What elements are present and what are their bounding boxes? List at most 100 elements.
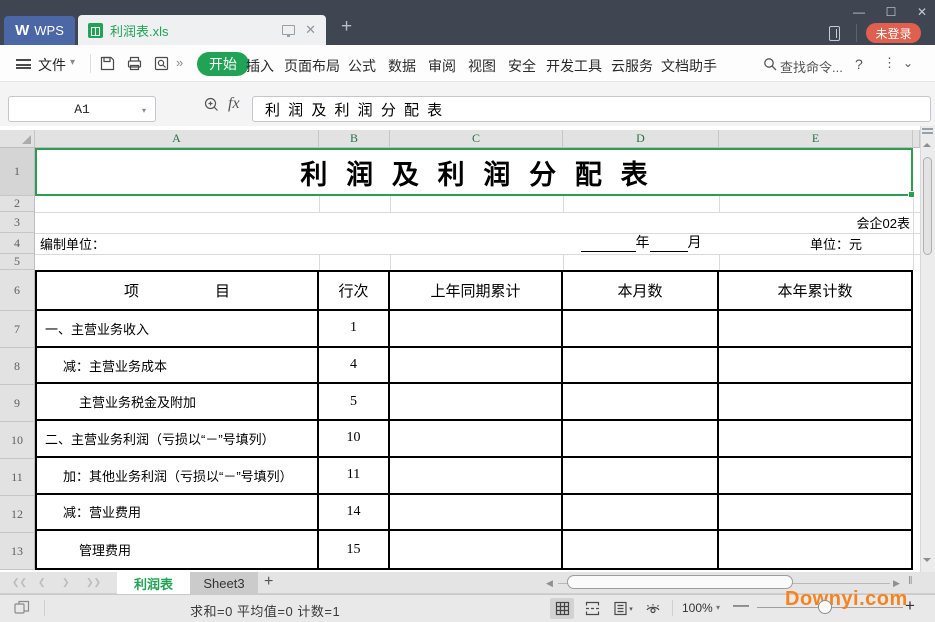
ribbon-tab-security[interactable]: 安全 [508, 56, 536, 76]
row-header-13[interactable]: 13 [0, 533, 35, 570]
zoom-out-button[interactable]: — [733, 597, 749, 615]
ribbon-tab-view[interactable]: 视图 [468, 56, 496, 76]
column-header-c[interactable]: C [390, 130, 563, 148]
search-command-field[interactable]: 查找命令... [780, 57, 843, 76]
tab-close-icon[interactable]: ✕ [305, 22, 316, 38]
value-cell[interactable] [390, 421, 563, 458]
quick-access-more-icon[interactable]: » [176, 55, 183, 70]
item-cell[interactable]: 主营业务税金及附加 [37, 384, 319, 422]
column-header-a[interactable]: A [35, 130, 319, 148]
row-header-3[interactable]: 3 [0, 212, 35, 233]
next-sheet-icon[interactable]: ❯ [62, 577, 70, 588]
print-icon[interactable] [126, 55, 143, 72]
name-box[interactable]: A1 [8, 96, 156, 122]
value-cell[interactable] [563, 311, 719, 348]
header-prev-period-cell[interactable]: 上年同期累计 [390, 272, 563, 311]
line-no-cell[interactable]: 1 [319, 311, 390, 348]
scroll-down-icon[interactable] [923, 558, 931, 562]
cell-form-code[interactable]: 会企02表 [719, 212, 910, 233]
line-no-cell[interactable]: 10 [319, 421, 390, 458]
line-no-cell[interactable]: 4 [319, 347, 390, 385]
column-header-partial[interactable] [913, 130, 920, 148]
eye-protect-view-button[interactable] [641, 598, 665, 619]
row-header-1[interactable]: 1 [0, 148, 35, 196]
item-cell[interactable]: 一、主营业务收入 [37, 311, 319, 348]
file-menu[interactable]: 文件 [38, 55, 66, 75]
value-cell[interactable] [719, 311, 911, 348]
header-item-cell[interactable]: 项目 [37, 272, 319, 311]
normal-view-button[interactable] [550, 598, 574, 619]
value-cell[interactable] [563, 457, 719, 495]
value-cell[interactable] [719, 421, 911, 458]
row-header-5[interactable]: 5 [0, 254, 35, 270]
present-monitor-icon[interactable] [282, 25, 296, 37]
row-header-6[interactable]: 6 [0, 270, 35, 311]
header-current-month-cell[interactable]: 本月数 [563, 272, 719, 311]
value-cell[interactable] [563, 494, 719, 532]
row-header-11[interactable]: 11 [0, 459, 35, 496]
mobile-sync-icon[interactable] [829, 26, 840, 41]
row-header-7[interactable]: 7 [0, 311, 35, 348]
page-break-view-button[interactable] [580, 598, 604, 619]
vertical-scroll-thumb[interactable] [923, 157, 932, 255]
value-cell[interactable] [563, 421, 719, 458]
value-cell[interactable] [390, 311, 563, 348]
line-no-cell[interactable]: 14 [319, 494, 390, 532]
cell-mode-icon[interactable] [13, 599, 31, 617]
item-cell[interactable]: 减：主营业务成本 [37, 347, 319, 385]
document-tab[interactable]: 利润表.xls ✕ [78, 15, 326, 45]
value-cell[interactable] [719, 531, 911, 568]
window-minimize-button[interactable]: — [845, 2, 873, 22]
ribbon-tab-developer[interactable]: 开发工具 [546, 56, 602, 76]
column-header-d[interactable]: D [563, 130, 719, 148]
row-header-8[interactable]: 8 [0, 348, 35, 385]
value-cell[interactable] [563, 384, 719, 422]
window-close-button[interactable]: ✕ [908, 2, 935, 22]
selected-cell-a1[interactable]: 利 润 及 利 润 分 配 表 [35, 148, 915, 198]
search-icon[interactable] [763, 57, 777, 71]
scrollbar-resize-grip[interactable]: ‖ [908, 575, 913, 587]
row-header-4[interactable]: 4 [0, 233, 35, 254]
value-cell[interactable] [390, 347, 563, 385]
cell-date-line[interactable]: 年月 [563, 233, 719, 254]
help-icon[interactable]: ? [855, 56, 863, 72]
new-tab-button[interactable]: + [341, 17, 352, 36]
collapse-ribbon-icon[interactable]: ⌄ [903, 56, 913, 70]
header-line-no-cell[interactable]: 行次 [319, 272, 390, 311]
row-header-10[interactable]: 10 [0, 422, 35, 459]
ribbon-tab-data[interactable]: 数据 [388, 56, 416, 76]
value-cell[interactable] [390, 384, 563, 422]
name-box-dropdown-icon[interactable]: ▾ [142, 106, 146, 115]
scroll-left-icon[interactable]: ◀ [546, 578, 553, 589]
formula-input[interactable]: 利 润 及 利 润 分 配 表 [252, 96, 931, 122]
add-sheet-button[interactable]: + [264, 573, 273, 591]
last-sheet-icon[interactable]: ❯❯ [86, 577, 101, 588]
scroll-up-icon[interactable] [923, 143, 931, 147]
ribbon-tab-page-layout[interactable]: 页面布局 [284, 56, 340, 76]
print-preview-icon[interactable] [153, 55, 170, 72]
ribbon-tab-formulas[interactable]: 公式 [348, 56, 376, 76]
value-cell[interactable] [390, 457, 563, 495]
fx-icon[interactable]: fx [228, 95, 240, 113]
page-layout-view-button[interactable]: ▾ [608, 598, 638, 619]
ribbon-tab-review[interactable]: 审阅 [428, 56, 456, 76]
wps-menu-button[interactable]: W WPS [4, 16, 75, 45]
value-cell[interactable] [719, 495, 911, 532]
column-header-b[interactable]: B [319, 130, 390, 148]
item-cell[interactable]: 加：其他业务利润（亏损以“－”号填列） [37, 457, 319, 495]
first-sheet-icon[interactable]: ❮❮ [12, 577, 27, 588]
header-year-total-cell[interactable]: 本年累计数 [719, 272, 911, 311]
file-menu-chevron-icon[interactable]: ▾ [70, 57, 75, 68]
row-header-2[interactable]: 2 [0, 196, 35, 212]
line-no-cell[interactable]: 15 [319, 531, 390, 568]
save-icon[interactable] [99, 55, 116, 72]
row-header-12[interactable]: 12 [0, 496, 35, 533]
value-cell[interactable] [390, 494, 563, 532]
split-handle-icon[interactable] [922, 128, 933, 134]
line-no-cell[interactable]: 5 [319, 384, 390, 422]
value-cell[interactable] [563, 531, 719, 568]
more-options-icon[interactable]: ⋮ [883, 55, 896, 71]
zoom-formula-icon[interactable] [203, 96, 220, 113]
value-cell[interactable] [563, 347, 719, 385]
ribbon-tab-cloud[interactable]: 云服务 [611, 56, 653, 76]
